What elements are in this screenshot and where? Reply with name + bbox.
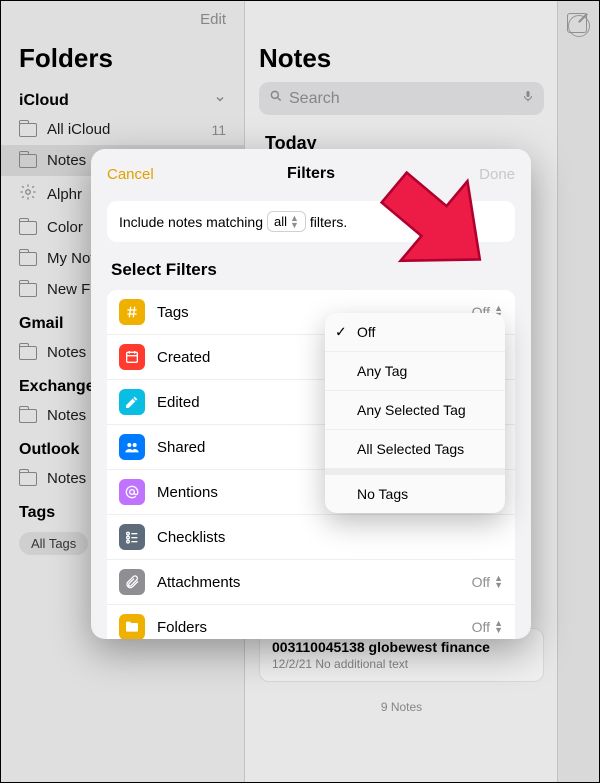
chevron-updown-icon: ▲▼ — [290, 215, 299, 229]
popover-option-label: No Tags — [357, 486, 408, 502]
hash-icon — [119, 299, 145, 325]
chevron-updown-icon: ▲▼ — [494, 620, 503, 634]
folder-icon — [119, 614, 145, 639]
filter-state: Off ▲▼ — [472, 619, 503, 635]
popover-option[interactable]: All Selected Tags — [325, 430, 505, 469]
filter-label: Shared — [157, 439, 205, 456]
popover-option[interactable]: No Tags — [325, 469, 505, 513]
filter-row-attachments[interactable]: Attachments Off ▲▼ — [107, 560, 515, 605]
popover-option[interactable]: Any Tag — [325, 352, 505, 391]
checklist-icon — [119, 524, 145, 550]
filters-sheet: Cancel Filters Done Include notes matchi… — [91, 149, 531, 639]
at-icon — [119, 479, 145, 505]
filter-label: Attachments — [157, 574, 240, 591]
popover-option-label: Off — [357, 324, 375, 340]
filter-label: Edited — [157, 394, 200, 411]
cancel-button[interactable]: Cancel — [107, 166, 154, 183]
filter-label: Created — [157, 349, 210, 366]
popover-option-label: All Selected Tags — [357, 441, 464, 457]
tags-filter-popover: ✓ Off Any Tag Any Selected Tag All Selected … — [325, 313, 505, 513]
check-icon: ✓ — [335, 324, 347, 341]
popover-option-label: Any Tag — [357, 363, 407, 379]
pencil-icon — [119, 389, 145, 415]
matching-row: Include notes matching all ▲▼ filters. — [107, 201, 515, 242]
chevron-updown-icon: ▲▼ — [494, 575, 503, 589]
select-filters-heading: Select Filters — [111, 260, 515, 280]
calendar-icon — [119, 344, 145, 370]
matching-prefix: Include notes matching — [119, 214, 263, 230]
filter-state: Off ▲▼ — [472, 574, 503, 590]
sheet-title: Filters — [91, 165, 531, 183]
filter-row-checklists[interactable]: Checklists — [107, 515, 515, 560]
filter-row-folders[interactable]: Folders Off ▲▼ — [107, 605, 515, 639]
matching-mode-picker[interactable]: all ▲▼ — [267, 211, 306, 232]
done-button[interactable]: Done — [479, 166, 515, 183]
filter-label: Checklists — [157, 529, 225, 546]
popover-option[interactable]: ✓ Off — [325, 313, 505, 352]
shared-icon — [119, 434, 145, 460]
popover-option-label: Any Selected Tag — [357, 402, 466, 418]
filter-label: Mentions — [157, 484, 218, 501]
matching-suffix: filters. — [310, 214, 347, 230]
filter-label: Tags — [157, 304, 189, 321]
filter-label: Folders — [157, 619, 207, 636]
paperclip-icon — [119, 569, 145, 595]
popover-option[interactable]: Any Selected Tag — [325, 391, 505, 430]
